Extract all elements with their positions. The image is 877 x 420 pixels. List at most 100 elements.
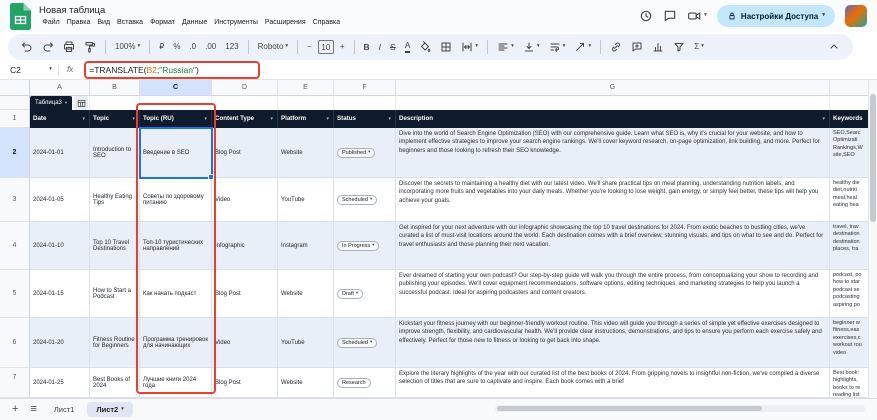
row-header-5[interactable]: 5: [0, 270, 30, 318]
cell-platform[interactable]: Instagram: [278, 222, 334, 270]
menu-tools[interactable]: Инструменты: [211, 17, 262, 28]
borders-button[interactable]: [437, 39, 455, 55]
header-cell-topic-ru[interactable]: Topic (RU)▼: [140, 110, 212, 128]
document-title[interactable]: Новая таблица: [39, 5, 344, 17]
horizontal-align-button[interactable]: ▾: [494, 39, 517, 55]
cell-date[interactable]: 2024-01-01: [30, 128, 90, 178]
cell-topic-ru[interactable]: Советы по здоровому питанию: [140, 178, 212, 222]
cell-description[interactable]: Discover the secrets to maintaining a he…: [396, 178, 830, 222]
table-menu-button[interactable]: [74, 96, 88, 110]
cell-topic-ru[interactable]: Программа тренировок для начинающих: [140, 318, 212, 368]
percent-format-button[interactable]: %: [170, 41, 183, 53]
insert-link-button[interactable]: [607, 39, 625, 55]
cell-platform[interactable]: YouTube: [278, 318, 334, 368]
cell-description[interactable]: Dive into the world of Search Engine Opt…: [396, 128, 830, 178]
cell-topic-ru[interactable]: Лучшие книги 2024 года: [140, 368, 212, 398]
text-wrap-button[interactable]: ▾: [546, 39, 569, 55]
empty-cell[interactable]: [140, 96, 212, 110]
cell-content-type[interactable]: Infographic: [212, 222, 278, 270]
cell-description[interactable]: Explore the literary highlights of the y…: [396, 368, 830, 398]
vertical-align-button[interactable]: ▾: [520, 39, 543, 55]
filter-icon[interactable]: ▼: [270, 116, 274, 121]
functions-button[interactable]: Σ▾: [691, 41, 707, 53]
cell-description[interactable]: Get inspired for your next adventure wit…: [396, 222, 830, 270]
bold-button[interactable]: B: [361, 41, 373, 54]
row-header-1[interactable]: 1: [0, 110, 30, 128]
header-cell-topic[interactable]: Topic▼: [90, 110, 140, 128]
cell-topic[interactable]: Introduction to SEO: [90, 128, 140, 178]
status-dropdown[interactable]: Scheduled▾: [337, 338, 377, 348]
decrease-decimal-button[interactable]: .0: [186, 41, 199, 53]
header-cell-content-type[interactable]: Content Type▼: [212, 110, 278, 128]
print-button[interactable]: [60, 39, 78, 55]
filter-icon[interactable]: ▼: [132, 116, 136, 121]
insert-comment-button[interactable]: [628, 39, 646, 55]
cell-description[interactable]: Kickstart your fitness journey with our …: [396, 318, 830, 368]
filter-icon[interactable]: ▼: [204, 116, 208, 121]
version-history-button[interactable]: [639, 9, 653, 23]
sheet-tab-2[interactable]: Лист2▾: [87, 402, 132, 417]
cell-platform[interactable]: YouTube: [278, 178, 334, 222]
cell-date[interactable]: 2024-01-05: [30, 178, 90, 222]
increase-font-size-button[interactable]: +: [337, 41, 348, 53]
horizontal-scrollbar[interactable]: [495, 405, 865, 412]
column-header-f[interactable]: F: [334, 80, 396, 95]
column-header-e[interactable]: E: [278, 80, 334, 95]
italic-button[interactable]: I: [376, 41, 384, 54]
cell-content-type[interactable]: Blog Post: [212, 128, 278, 178]
cell-topic[interactable]: Healthy Eating Tips: [90, 178, 140, 222]
status-dropdown[interactable]: Draft▾: [337, 289, 363, 299]
hide-toolbar-button[interactable]: [825, 39, 843, 55]
cell-date[interactable]: 2024-01-20: [30, 318, 90, 368]
filter-icon[interactable]: ▼: [326, 116, 330, 121]
merge-cells-button[interactable]: ▾: [458, 39, 481, 55]
filter-icon[interactable]: ▼: [822, 116, 826, 121]
filter-icon[interactable]: ▼: [388, 116, 392, 121]
name-box[interactable]: C2 ▾: [0, 65, 58, 75]
create-filter-button[interactable]: [670, 39, 688, 55]
cell-topic[interactable]: Best Books of 2024: [90, 368, 140, 398]
cell-description[interactable]: Ever dreamed of starting your own podcas…: [396, 270, 830, 318]
sheet-tab-1[interactable]: Лист1: [45, 402, 83, 417]
add-sheet-button[interactable]: +: [8, 404, 22, 415]
table-name-chip[interactable]: Таблица3 ▾: [30, 96, 72, 110]
currency-format-button[interactable]: ₽: [156, 41, 167, 53]
status-dropdown[interactable]: In Progress▾: [337, 241, 379, 251]
column-header-d[interactable]: D: [212, 80, 278, 95]
menu-data[interactable]: Данные: [178, 17, 210, 28]
cell-date[interactable]: 2024-01-10: [30, 222, 90, 270]
sheets-logo[interactable]: [10, 3, 31, 30]
vertical-scrollbar[interactable]: [868, 80, 877, 398]
present-button[interactable]: ▾: [687, 9, 707, 23]
font-size-input[interactable]: 10: [318, 40, 334, 54]
column-header-c[interactable]: C: [140, 80, 212, 95]
text-color-button[interactable]: A: [402, 39, 414, 55]
cell-topic-ru[interactable]: Введение в SEO: [140, 128, 212, 178]
more-formats-button[interactable]: 123: [222, 41, 241, 53]
cell-content-type[interactable]: Video: [212, 318, 278, 368]
select-all-corner[interactable]: [0, 80, 30, 95]
strikethrough-button[interactable]: S: [387, 41, 399, 54]
decrease-font-size-button[interactable]: −: [304, 41, 315, 53]
header-cell-description[interactable]: Description▼: [396, 110, 830, 128]
empty-cell[interactable]: [90, 96, 140, 110]
cell-topic-ru[interactable]: Топ-10 туристических направлений: [140, 222, 212, 270]
redo-button[interactable]: [39, 39, 57, 55]
empty-cell[interactable]: [278, 96, 334, 110]
row-header-4[interactable]: 4: [0, 222, 30, 270]
menu-help[interactable]: Справка: [309, 17, 343, 28]
status-dropdown[interactable]: Scheduled▾: [337, 195, 377, 205]
menu-insert[interactable]: Вставка: [114, 17, 147, 28]
increase-decimal-button[interactable]: .00: [202, 41, 219, 53]
all-sheets-button[interactable]: ≡: [26, 404, 40, 415]
share-button[interactable]: Настройки Доступа ▾: [717, 5, 835, 27]
menu-extensions[interactable]: Расширения: [261, 17, 309, 28]
header-cell-date[interactable]: Date▼: [30, 110, 90, 128]
column-header-g[interactable]: G: [396, 80, 830, 95]
cell-content-type[interactable]: Blog Post: [212, 368, 278, 398]
menu-view[interactable]: Вид: [94, 17, 114, 28]
status-dropdown[interactable]: Published▾: [337, 148, 375, 158]
insert-chart-button[interactable]: [649, 39, 667, 55]
menu-file[interactable]: Файл: [39, 17, 63, 28]
row-header-2[interactable]: 2: [0, 128, 30, 178]
